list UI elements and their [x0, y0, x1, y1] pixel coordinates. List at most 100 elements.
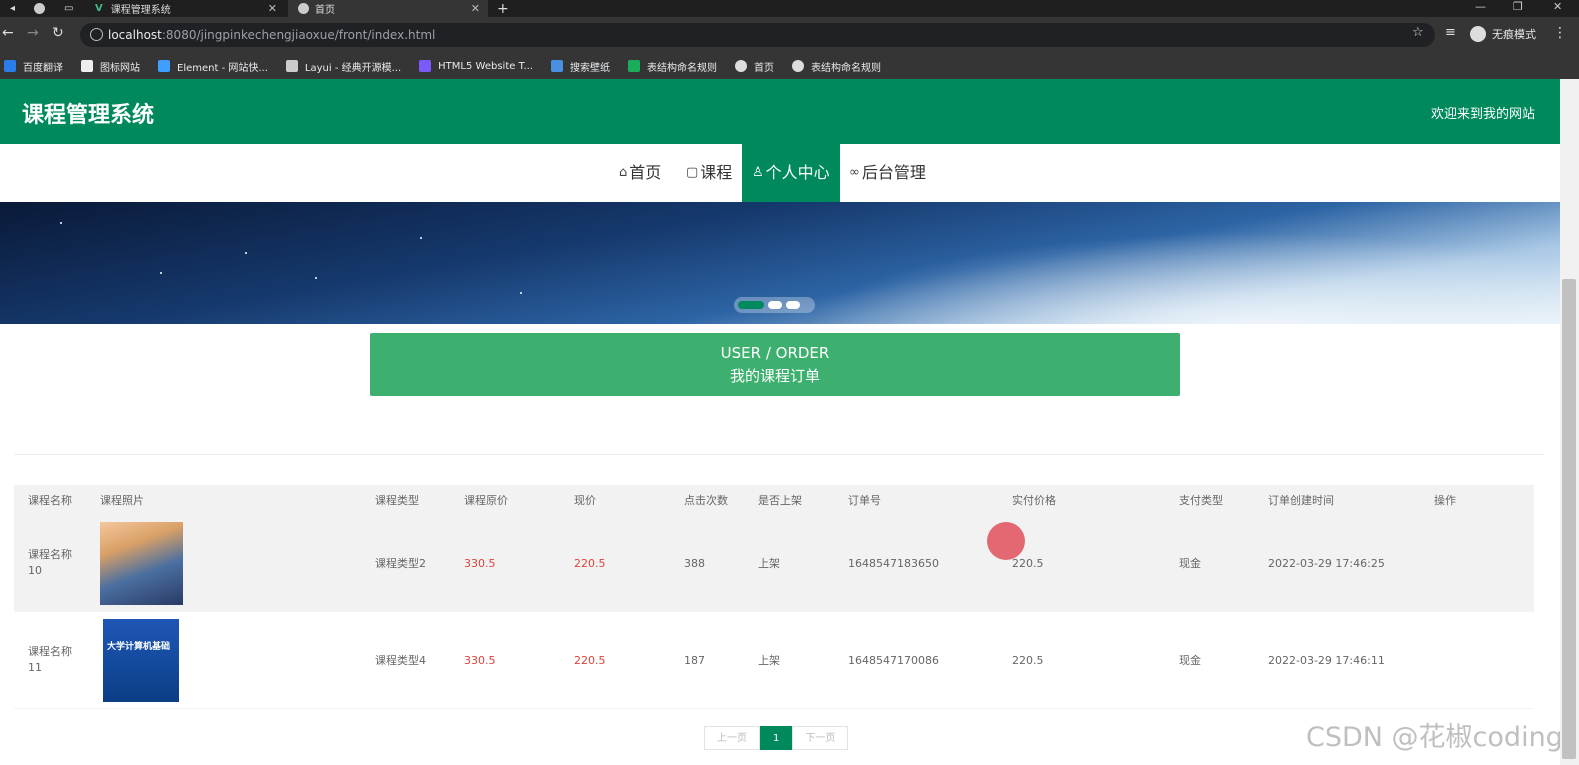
doc-icon: ▢ — [686, 165, 699, 180]
browser-tab-course[interactable]: V 课程管理系统 ✕ — [95, 0, 285, 17]
page-viewport: 课程管理系统 欢迎来到我的网站 ⌂ 首页 ▢ 课程 ♙ 个人中心 ∞ 后台管理 — [0, 79, 1560, 765]
reload-icon[interactable]: ↻ — [52, 25, 64, 41]
click-count: 388 — [684, 556, 705, 570]
carousel-dot[interactable] — [786, 301, 800, 309]
col-header: 订单创建时间 — [1268, 494, 1334, 507]
bookmark-item[interactable]: 表结构命名规则 — [628, 59, 717, 74]
back-icon[interactable]: ← — [2, 25, 14, 41]
col-header: 课程类型 — [375, 494, 419, 507]
globe-icon — [792, 60, 805, 72]
original-price: 330.5 — [464, 653, 496, 667]
click-indicator — [987, 522, 1025, 560]
course-name: 课程名称10 — [28, 548, 72, 577]
banner-carousel[interactable] — [0, 202, 1560, 324]
profile-button[interactable]: 无痕模式 — [1470, 26, 1536, 42]
site-title: 课程管理系统 — [22, 103, 155, 128]
payment-type: 现金 — [1179, 557, 1201, 570]
bookmark-item[interactable]: 搜索壁纸 — [551, 59, 610, 74]
course-name: 课程名称11 — [28, 645, 72, 674]
menu-icon[interactable]: ⋮ — [1553, 25, 1567, 41]
star-icon[interactable]: ☆ — [1412, 25, 1424, 40]
forward-icon[interactable]: → — [27, 25, 39, 41]
menu-item-personal-center[interactable]: ♙ 个人中心 — [742, 144, 840, 202]
course-photo[interactable]: 大学计算机基础 — [103, 612, 179, 708]
bookmark-item[interactable]: 百度翻译 — [4, 59, 63, 74]
prev-page-button[interactable]: 上一页 — [704, 726, 760, 750]
menu-item-home[interactable]: ⌂ 首页 — [619, 144, 661, 202]
incognito-icon — [1470, 26, 1486, 42]
reading-list-icon[interactable]: ≡ — [1445, 25, 1456, 40]
minimize-icon[interactable]: — — [1475, 0, 1486, 13]
bookmark-item[interactable]: 表结构命名规则 — [792, 59, 881, 74]
site-header: 课程管理系统 欢迎来到我的网站 — [0, 79, 1560, 144]
star-dot — [420, 237, 422, 239]
table-row[interactable]: 课程名称10 课程类型2 330.5 220.5 388 上架 16485471… — [14, 515, 1534, 612]
carousel-dot-active[interactable] — [738, 301, 764, 309]
window-icon[interactable]: ▭ — [64, 0, 86, 17]
browser-tab-home[interactable]: 首页 ✕ — [288, 0, 488, 17]
page-scrollbar[interactable] — [1560, 79, 1579, 765]
order-created-time: 2022-03-29 17:46:11 — [1268, 653, 1385, 667]
col-header: 是否上架 — [758, 494, 802, 507]
section-title-bar: USER / ORDER 我的课程订单 — [370, 333, 1180, 396]
html5-icon — [419, 60, 432, 72]
scrollbar-thumb[interactable] — [1562, 279, 1576, 759]
close-icon[interactable]: ✕ — [471, 2, 480, 15]
divider — [14, 454, 1544, 455]
element-icon — [158, 60, 170, 72]
star-dot — [245, 252, 247, 254]
window-close-icon[interactable]: ✕ — [1553, 0, 1562, 13]
star-dot — [160, 272, 162, 274]
user-icon: ♙ — [752, 165, 764, 180]
payment-type: 现金 — [1179, 654, 1201, 667]
restore-icon[interactable]: ❐ — [1513, 0, 1523, 13]
page-button-current[interactable]: 1 — [760, 726, 793, 750]
menu-item-course[interactable]: ▢ 课程 — [686, 144, 732, 202]
layui-icon — [285, 60, 298, 72]
bookmark-item[interactable]: 首页 — [735, 59, 774, 74]
carousel-indicators — [734, 297, 815, 313]
link-icon: ∞ — [849, 165, 860, 180]
col-header: 课程名称 — [28, 494, 72, 507]
col-header: 课程原价 — [464, 494, 508, 507]
order-number: 1648547183650 — [848, 556, 939, 570]
course-image: 大学计算机基础 — [103, 618, 179, 702]
table-header: 课程名称 课程照片 课程类型 课程原价 现价 点击次数 是否上架 订单号 实付价… — [14, 485, 1534, 515]
info-icon[interactable] — [90, 28, 103, 41]
browser-tab-bar: ◂ ▭ V 课程管理系统 ✕ 首页 ✕ + — ❐ ✕ — [0, 0, 1579, 17]
order-created-time: 2022-03-29 17:46:25 — [1268, 556, 1385, 570]
bookmarks-bar: 百度翻译 图标网站 Element - 网站快... Layui - 经典开源模… — [0, 53, 1579, 79]
course-photo[interactable] — [100, 515, 183, 611]
paid-price: 220.5 — [1012, 653, 1044, 667]
section-title-en: USER / ORDER — [720, 344, 830, 362]
col-header: 操作 — [1434, 494, 1456, 507]
bookmark-item[interactable]: Layui - 经典开源模... — [285, 59, 401, 74]
bookmark-item[interactable]: HTML5 Website T... — [419, 60, 533, 72]
listing-status: 上架 — [758, 557, 780, 570]
carousel-dot[interactable] — [768, 301, 782, 309]
vue-icon: V — [95, 3, 103, 14]
table-row[interactable]: 课程名称11 大学计算机基础 课程类型4 330.5 220.5 187 上架 … — [14, 612, 1534, 709]
star-dot — [60, 222, 62, 224]
url-field[interactable]: localhost:8080/jingpinkechengjiaoxue/fro… — [80, 23, 1435, 47]
bookmark-item[interactable]: 图标网站 — [81, 59, 140, 74]
course-type: 课程类型4 — [375, 654, 426, 667]
next-page-button[interactable]: 下一页 — [792, 726, 849, 750]
close-icon[interactable]: ✕ — [268, 2, 277, 15]
globe-icon[interactable] — [34, 0, 54, 17]
welcome-text: 欢迎来到我的网站 — [1430, 107, 1535, 122]
tab-audio-icon[interactable]: ◂ — [10, 0, 25, 17]
original-price: 330.5 — [464, 556, 496, 570]
star-dot — [315, 277, 317, 279]
pagination: 上一页 1 下一页 — [704, 726, 849, 750]
col-header: 课程照片 — [100, 494, 144, 507]
col-header: 支付类型 — [1179, 494, 1223, 507]
course-type: 课程类型2 — [375, 557, 426, 570]
click-count: 187 — [684, 653, 705, 667]
menu-item-admin[interactable]: ∞ 后台管理 — [849, 144, 926, 202]
bookmark-item[interactable]: Element - 网站快... — [158, 59, 268, 74]
order-table: 课程名称 课程照片 课程类型 课程原价 现价 点击次数 是否上架 订单号 实付价… — [14, 485, 1534, 709]
flag-icon — [81, 60, 93, 72]
new-tab-button[interactable]: + — [497, 0, 511, 17]
star-dot — [520, 292, 522, 294]
